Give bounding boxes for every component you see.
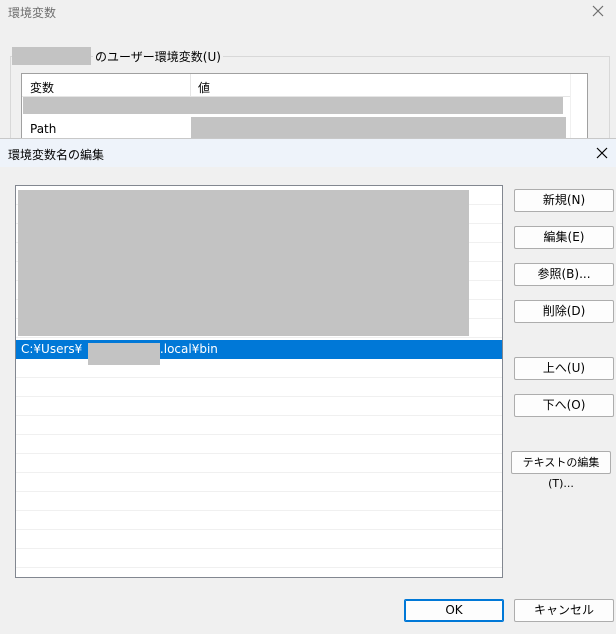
redacted-entries (18, 190, 469, 336)
new-button[interactable]: 新規(N) (514, 189, 614, 212)
column-header-value[interactable]: 値 (198, 79, 210, 96)
close-icon[interactable] (594, 145, 610, 161)
list-item[interactable] (16, 492, 502, 511)
close-icon[interactable] (589, 2, 607, 20)
edit-text-button[interactable]: テキストの編集(T)... (511, 451, 611, 490)
list-item[interactable] (16, 473, 502, 492)
move-down-button[interactable]: 下へ(O) (514, 394, 614, 417)
cancel-button[interactable]: キャンセル (514, 599, 614, 622)
list-item[interactable] (16, 435, 502, 454)
redacted-username (12, 47, 91, 65)
list-item[interactable] (16, 511, 502, 530)
list-item[interactable] (16, 549, 502, 568)
edit-button[interactable]: 編集(E) (514, 226, 614, 249)
move-up-button[interactable]: 上へ(U) (514, 357, 614, 380)
ok-button[interactable]: OK (404, 599, 504, 622)
scrollbar[interactable] (570, 74, 587, 142)
column-divider (190, 74, 191, 96)
list-header: 変数 値 (22, 74, 570, 97)
window-title: 環境変数 (8, 6, 57, 20)
list-item[interactable] (16, 416, 502, 435)
path-entries-list[interactable]: C:¥Users¥ ¥.local¥bin (15, 185, 503, 578)
column-header-variable[interactable]: 変数 (30, 79, 54, 96)
user-variables-list[interactable]: 変数 値 Path (21, 73, 588, 143)
dialog-titlebar: 環境変数名の編集 (0, 139, 616, 167)
list-item[interactable] (16, 568, 502, 577)
dialog-title: 環境変数名の編集 (8, 148, 105, 162)
path-variable-name[interactable]: Path (30, 122, 56, 136)
edit-environment-variable-dialog: 環境変数名の編集 C:¥Users¥ ¥.local¥bin 新規(N) 編集(E… (0, 138, 616, 634)
list-item[interactable] (16, 454, 502, 473)
browse-button[interactable]: 参照(B)... (514, 263, 614, 286)
list-item[interactable] (16, 397, 502, 416)
user-variables-group-label: のユーザー環境変数(U) (93, 48, 223, 65)
entry-suffix: ¥.local¥bin (152, 342, 218, 356)
list-item[interactable] (16, 378, 502, 397)
list-item[interactable] (16, 530, 502, 549)
redacted-row (23, 97, 563, 114)
environment-variables-window: 環境変数 のユーザー環境変数(U) 変数 値 Path (0, 0, 616, 146)
redacted-username (88, 343, 160, 365)
entry-prefix: C:¥Users¥ (21, 342, 83, 356)
delete-button[interactable]: 削除(D) (514, 300, 614, 323)
